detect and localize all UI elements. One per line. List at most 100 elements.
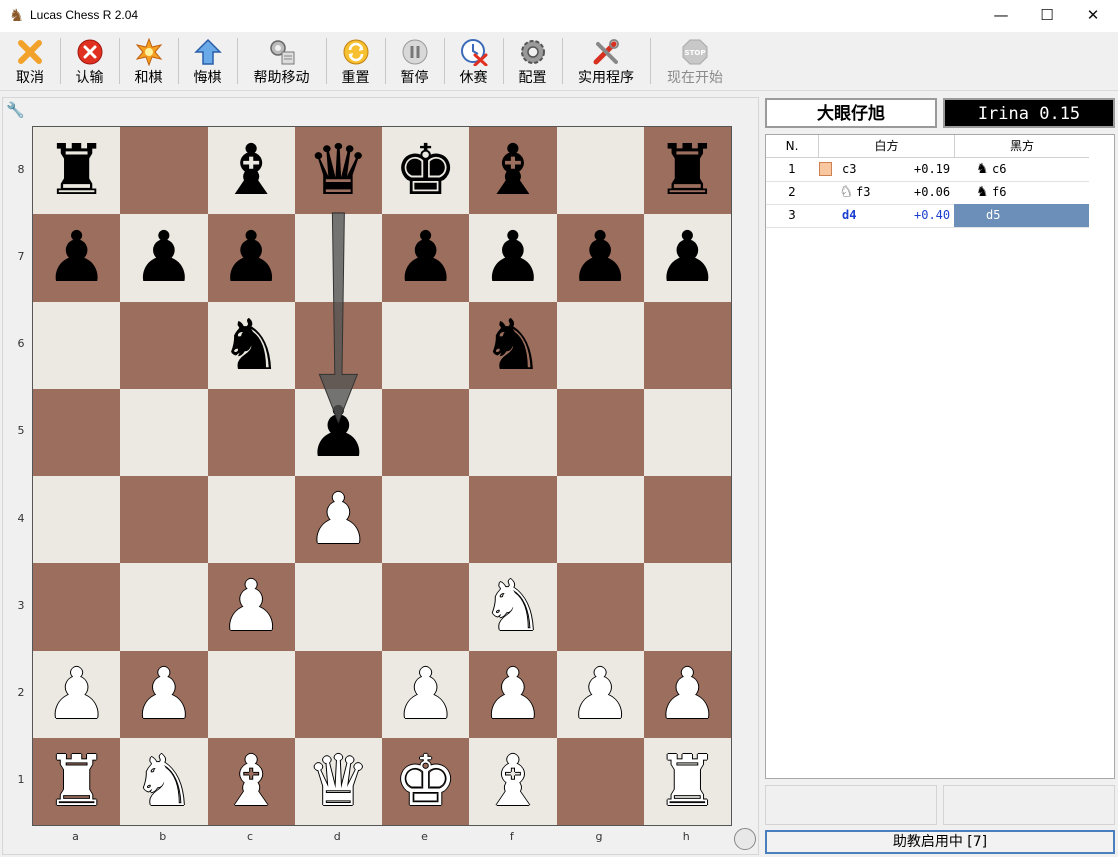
title-bar: ♞ Lucas Chess R 2.04 — ☐ ✕: [0, 0, 1118, 32]
black-pawn-icon[interactable]: ♟: [33, 214, 120, 301]
square-d2[interactable]: [294, 650, 382, 738]
white-bishop-icon[interactable]: ♝: [469, 738, 556, 825]
tutor-status-button[interactable]: 助教启用中 [7]: [765, 830, 1115, 854]
move-number: 2: [788, 185, 796, 199]
square-b5[interactable]: [120, 388, 208, 476]
white-pawn-icon[interactable]: ♟: [382, 651, 469, 738]
square-g3[interactable]: [556, 563, 644, 651]
white-knight-icon[interactable]: ♞: [120, 738, 207, 825]
square-e3[interactable]: [382, 563, 470, 651]
square-a5[interactable]: [33, 388, 121, 476]
square-d6[interactable]: [294, 301, 382, 389]
help-move-button[interactable]: 帮助移动: [237, 32, 326, 90]
black-bishop-icon[interactable]: ♝: [208, 127, 295, 214]
black-rook-icon[interactable]: ♜: [644, 127, 731, 214]
square-d7[interactable]: [294, 214, 382, 302]
square-c4[interactable]: [207, 476, 295, 564]
black-queen-icon[interactable]: ♛: [295, 127, 382, 214]
square-g4[interactable]: [556, 476, 644, 564]
move-number-header[interactable]: N.: [766, 135, 819, 158]
draw-button[interactable]: 和棋: [119, 32, 178, 90]
square-f5[interactable]: [469, 388, 557, 476]
wrench-icon[interactable]: 🔧: [6, 101, 25, 119]
black-moves-header[interactable]: 黑方: [955, 135, 1089, 158]
black-rook-icon[interactable]: ♜: [33, 127, 120, 214]
black-pawn-icon[interactable]: ♟: [295, 389, 382, 476]
black-pawn-icon[interactable]: ♟: [469, 214, 556, 301]
square-h5[interactable]: [643, 388, 731, 476]
adjourn-button[interactable]: 休赛: [444, 32, 503, 90]
square-b4[interactable]: [120, 476, 208, 564]
maximize-button[interactable]: ☐: [1024, 0, 1070, 32]
black-pawn-icon[interactable]: ♟: [120, 214, 207, 301]
white-pawn-icon[interactable]: ♟: [295, 476, 382, 563]
square-h3[interactable]: [643, 563, 731, 651]
white-move[interactable]: c3: [842, 158, 856, 181]
black-move[interactable]: c6: [992, 158, 1006, 181]
config-button[interactable]: 配置: [503, 32, 562, 90]
white-queen-icon[interactable]: ♛: [295, 738, 382, 825]
white-king-icon[interactable]: ♚: [382, 738, 469, 825]
white-pawn-icon[interactable]: ♟: [33, 651, 120, 738]
white-pawn-icon[interactable]: ♟: [557, 651, 644, 738]
black-knight-icon[interactable]: ♞: [208, 302, 295, 389]
black-pawn-icon[interactable]: ♟: [557, 214, 644, 301]
square-g1[interactable]: [556, 737, 644, 825]
white-pawn-icon[interactable]: ♟: [208, 563, 295, 650]
square-a4[interactable]: [33, 476, 121, 564]
chess-board[interactable]: ♜ ♝ ♛ ♚ ♝ ♜ ♟ ♟ ♟ ♟ ♟ ♟ ♟ ♞ ♞ ♟ ♟ ♟ ♞ ♟ ♟ ♟ ♟ ♟ ♟ ♜ ♞ ♝ ♛ ♚ ♝ ♜: [32, 126, 732, 826]
takeback-button[interactable]: 悔棋: [178, 32, 237, 90]
help-move-label: 帮助移动: [253, 70, 310, 86]
square-e4[interactable]: [382, 476, 470, 564]
square-g6[interactable]: [556, 301, 644, 389]
white-rook-icon[interactable]: ♜: [33, 738, 120, 825]
white-knight-icon[interactable]: ♞: [469, 563, 556, 650]
black-pawn-icon[interactable]: ♟: [382, 214, 469, 301]
white-move[interactable]: f3: [856, 181, 870, 204]
knight-icon: ♞: [976, 161, 989, 177]
white-pawn-icon[interactable]: ♟: [120, 651, 207, 738]
square-c5[interactable]: [207, 388, 295, 476]
resign-button[interactable]: 认输: [60, 32, 119, 90]
square-e5[interactable]: [382, 388, 470, 476]
pause-button[interactable]: 暂停: [385, 32, 444, 90]
black-bishop-icon[interactable]: ♝: [469, 127, 556, 214]
utilities-button[interactable]: 实用程序: [562, 32, 650, 90]
start-now-button[interactable]: STOP 现在开始: [650, 32, 740, 90]
square-g8[interactable]: [556, 127, 644, 215]
square-h4[interactable]: [643, 476, 731, 564]
move-list[interactable]: N. 白方 黑方 1 c3 +0.19 ♞ c6 2 ♞ f3 +0.06 ♞ …: [765, 134, 1115, 779]
white-pawn-icon[interactable]: ♟: [469, 651, 556, 738]
white-pawn-icon[interactable]: ♟: [644, 651, 731, 738]
move-row[interactable]: 1 c3 +0.19 ♞ c6: [766, 158, 1089, 182]
square-f4[interactable]: [469, 476, 557, 564]
square-c2[interactable]: [207, 650, 295, 738]
black-pawn-icon[interactable]: ♟: [208, 214, 295, 301]
black-pawn-icon[interactable]: ♟: [644, 214, 731, 301]
board-status-indicator[interactable]: [734, 828, 756, 850]
black-move[interactable]: f6: [992, 181, 1006, 204]
close-button[interactable]: ✕: [1070, 0, 1116, 32]
minimize-button[interactable]: —: [978, 0, 1024, 32]
square-a6[interactable]: [33, 301, 121, 389]
square-b8[interactable]: [120, 127, 208, 215]
black-king-icon[interactable]: ♚: [382, 127, 469, 214]
cancel-button[interactable]: 取消: [0, 32, 60, 90]
square-g5[interactable]: [556, 388, 644, 476]
square-d3[interactable]: [294, 563, 382, 651]
move-row[interactable]: 2 ♞ f3 +0.06 ♞ f6: [766, 181, 1089, 205]
move-row[interactable]: 3 d4 +0.40 d5: [766, 204, 1089, 228]
white-moves-header[interactable]: 白方: [819, 135, 955, 158]
reinit-button[interactable]: 重置: [326, 32, 385, 90]
square-b6[interactable]: [120, 301, 208, 389]
square-b3[interactable]: [120, 563, 208, 651]
file-label: e: [421, 830, 428, 843]
square-h6[interactable]: [643, 301, 731, 389]
white-rook-icon[interactable]: ♜: [644, 738, 731, 825]
square-e6[interactable]: [382, 301, 470, 389]
square-a3[interactable]: [33, 563, 121, 651]
black-move-selected[interactable]: d5: [954, 204, 1089, 227]
black-knight-icon[interactable]: ♞: [469, 302, 556, 389]
white-move[interactable]: d4: [842, 204, 856, 227]
white-bishop-icon[interactable]: ♝: [208, 738, 295, 825]
